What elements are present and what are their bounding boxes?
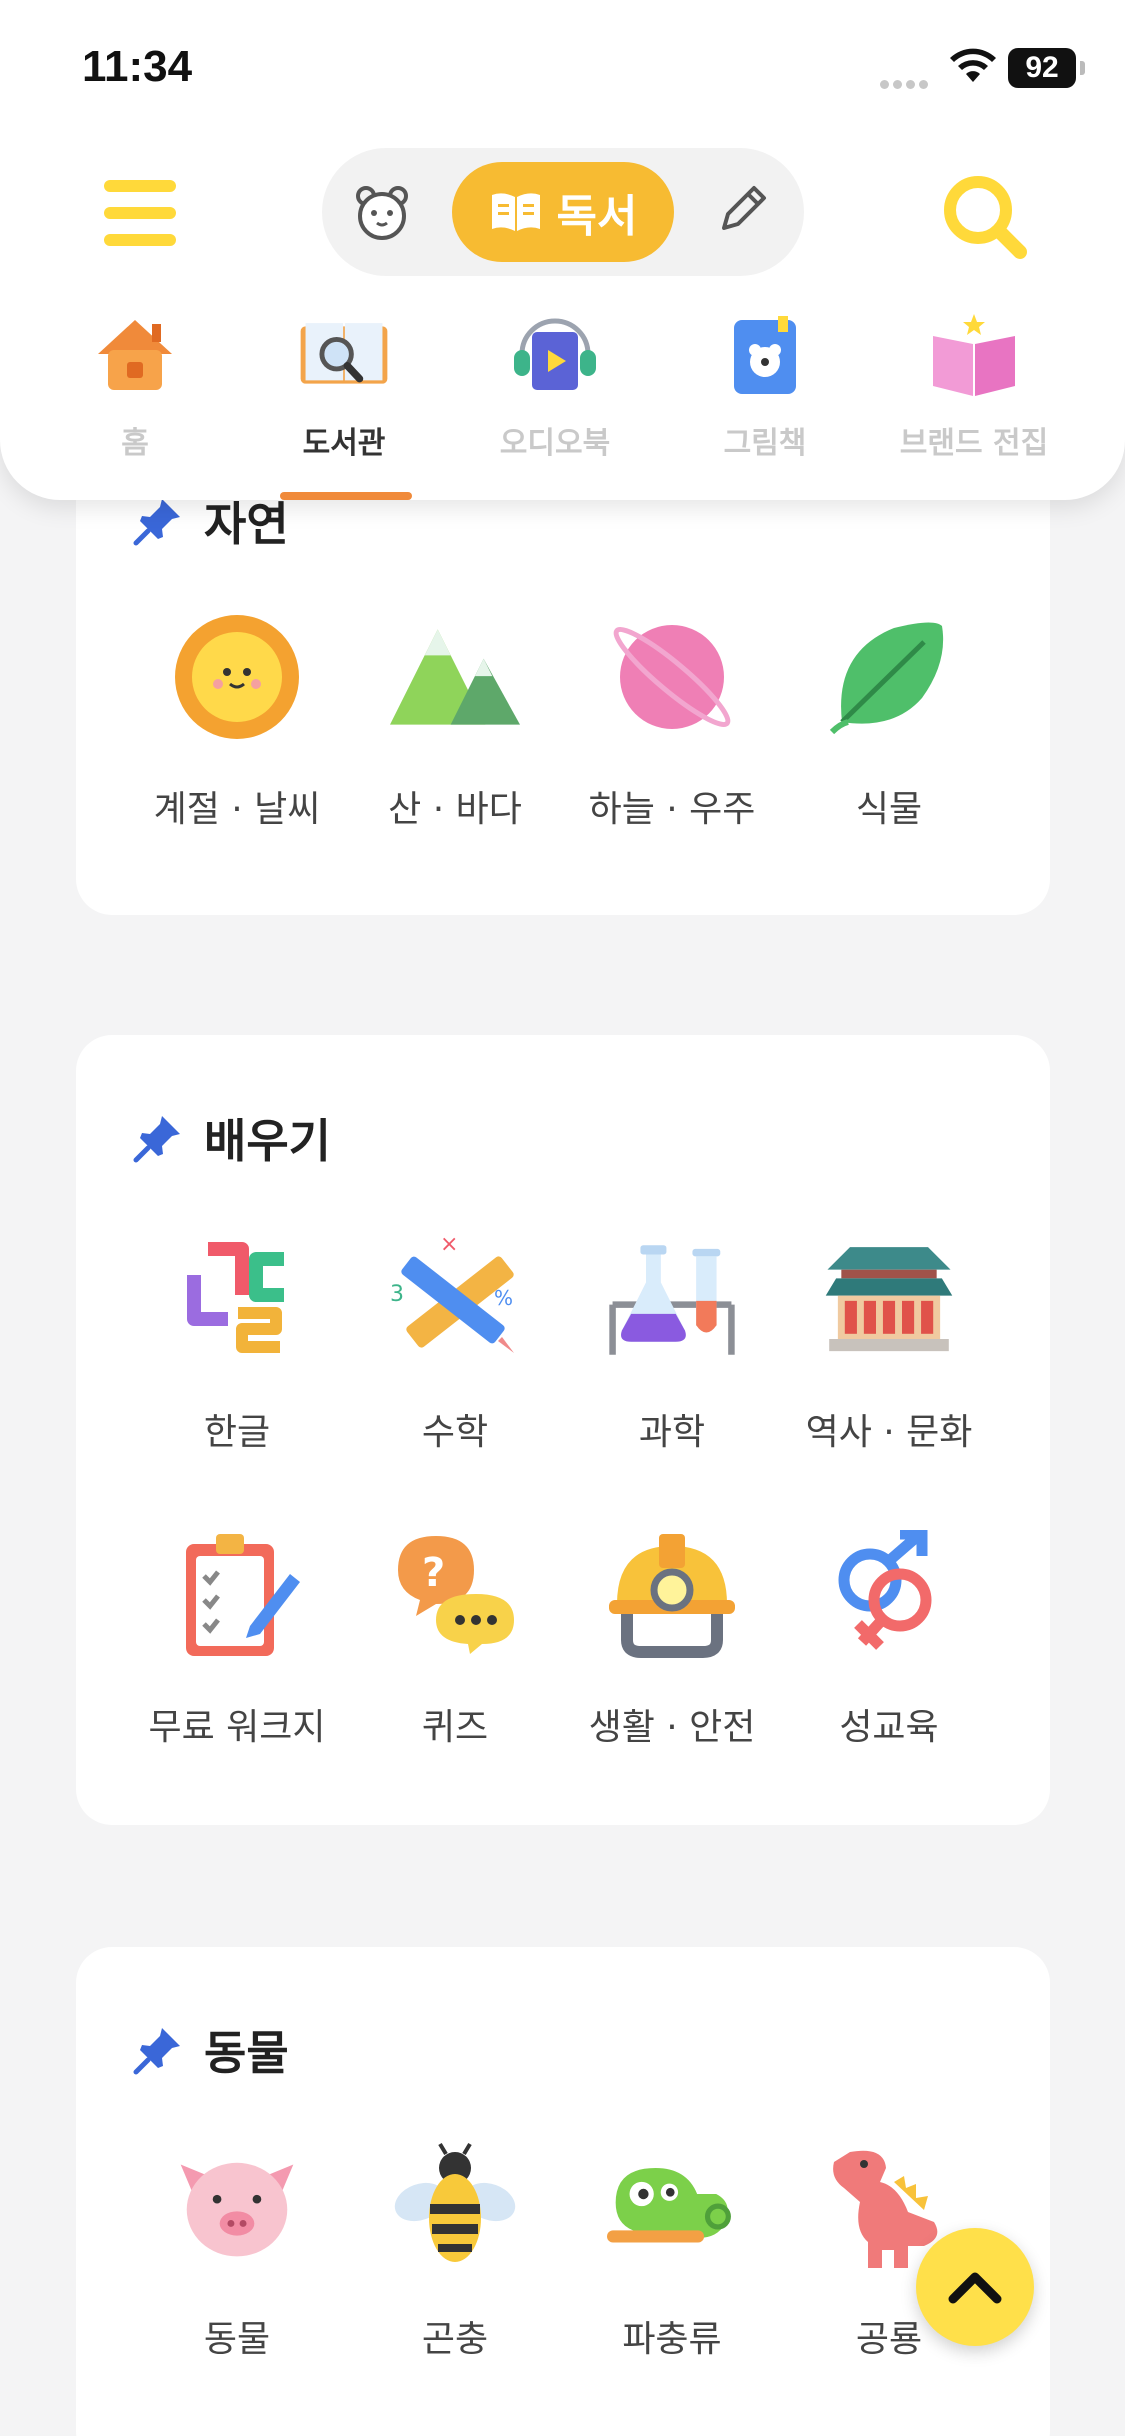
category-label: 동물 <box>203 2319 271 2360</box>
category-label: 계절 · 날씨 <box>153 789 321 830</box>
pin-icon <box>133 2028 180 2075</box>
chameleon-icon <box>607 2168 731 2243</box>
pig-icon <box>180 2162 294 2257</box>
tab-label: 도서관 <box>302 426 386 461</box>
category-label: 한글 <box>203 1412 271 1453</box>
category-item[interactable]: 한글 <box>127 1235 347 1455</box>
chevron-up-icon <box>948 2272 1002 2304</box>
section-learning: 배우기 한글 3 % × 수학 과학 역사 · 문화 무료 워크지 ? 퀴즈 생… <box>76 1035 1050 1825</box>
pink-book-icon <box>933 314 1015 396</box>
category-item[interactable]: 3 % × 수학 <box>345 1235 565 1455</box>
section-animals: 동물 동물 곤충 파충류 공룡 <box>76 1947 1050 2436</box>
scroll-to-top-button[interactable] <box>916 2228 1034 2346</box>
house-icon <box>98 320 172 390</box>
category-item[interactable]: 과학 <box>562 1235 782 1455</box>
clipboard-icon <box>186 1534 300 1656</box>
search-icon[interactable] <box>940 172 1030 262</box>
palace-icon <box>825 1247 953 1352</box>
category-tabs: 홈 도서관 오디오북 그림책 브랜드 전집 <box>0 310 1125 500</box>
tab-library[interactable]: 도서관 <box>254 310 434 490</box>
category-item[interactable]: 동물 <box>127 2142 347 2362</box>
tab-label: 그림책 <box>723 426 807 461</box>
category-label: 파충류 <box>622 2319 722 2360</box>
category-label: 수학 <box>421 1412 489 1453</box>
category-item[interactable]: 무료 워크지 <box>127 1530 347 1750</box>
category-label: 과학 <box>638 1412 706 1453</box>
status-time: 11:34 <box>82 42 193 91</box>
battery-icon: 92 <box>1008 48 1085 88</box>
tab-picture-book[interactable]: 그림책 <box>675 310 855 490</box>
reading-mode-button[interactable]: 독서 <box>452 162 674 262</box>
pin-icon <box>133 1116 180 1163</box>
svg-text:3: 3 <box>390 1282 404 1307</box>
helmet-icon <box>609 1534 735 1658</box>
category-label: 하늘 · 우주 <box>588 789 756 830</box>
category-label: 곤충 <box>421 2319 489 2360</box>
ruler-pencil-icon: 3 % × <box>390 1235 514 1353</box>
pencil-icon[interactable] <box>710 178 774 242</box>
flask-icon <box>609 1245 735 1355</box>
bear-face-icon[interactable] <box>352 182 412 242</box>
menu-icon[interactable] <box>104 180 176 246</box>
bear-book-icon <box>734 316 796 394</box>
category-label: 성교육 <box>839 1707 939 1748</box>
tab-label: 브랜드 전집 <box>899 426 1049 461</box>
open-book-icon <box>491 193 540 231</box>
hangul-icon <box>187 1242 284 1353</box>
category-label: 산 · 바다 <box>388 789 522 830</box>
section-nature: 자연 계절 · 날씨 산 · 바다 하늘 · 우주 식물 <box>76 430 1050 915</box>
tab-label: 홈 <box>121 426 149 461</box>
svg-text:×: × <box>440 1235 458 1257</box>
category-item[interactable]: ? 퀴즈 <box>345 1530 565 1750</box>
category-item[interactable]: 역사 · 문화 <box>779 1235 999 1455</box>
wifi-icon <box>950 48 996 82</box>
reading-mode-label: 독서 <box>556 191 638 242</box>
tab-brand-collection[interactable]: 브랜드 전집 <box>884 310 1064 490</box>
active-tab-indicator <box>280 492 412 500</box>
mountain-icon <box>390 629 520 725</box>
svg-text:?: ? <box>422 1550 445 1596</box>
sun-icon <box>175 615 299 739</box>
category-label: 역사 · 문화 <box>805 1412 973 1453</box>
category-label: 생활 · 안전 <box>588 1707 756 1748</box>
leaf-icon <box>829 622 944 735</box>
tab-label: 오디오북 <box>499 426 611 461</box>
category-item[interactable]: 산 · 바다 <box>345 612 565 832</box>
category-item[interactable]: 파충류 <box>562 2142 782 2362</box>
headphones-book-icon <box>514 318 596 390</box>
category-item[interactable]: 생활 · 안전 <box>562 1530 782 1750</box>
book-magnifier-icon <box>300 323 388 384</box>
tab-home[interactable]: 홈 <box>45 310 225 490</box>
section-header: 배우기 <box>132 1105 331 1171</box>
category-label: 퀴즈 <box>421 1707 489 1748</box>
bee-icon <box>394 2142 516 2262</box>
category-item[interactable]: 곤충 <box>345 2142 565 2362</box>
svg-text:%: % <box>494 1286 513 1310</box>
category-item[interactable]: 하늘 · 우주 <box>562 612 782 832</box>
category-item[interactable]: 계절 · 날씨 <box>127 612 347 832</box>
quiz-bubble-icon: ? <box>398 1536 514 1654</box>
category-label: 식물 <box>855 789 923 830</box>
section-title: 동물 <box>204 2026 289 2080</box>
planet-icon <box>613 625 731 729</box>
category-item[interactable]: 성교육 <box>779 1530 999 1750</box>
category-item[interactable]: 식물 <box>779 612 999 832</box>
tab-audiobook[interactable]: 오디오북 <box>465 310 645 490</box>
signal-icon <box>880 74 936 89</box>
section-title: 배우기 <box>204 1114 331 1168</box>
status-bar: 11:34 92 <box>0 0 1125 140</box>
pin-icon <box>133 499 180 546</box>
mode-switch[interactable]: 독서 <box>322 148 804 276</box>
category-label: 무료 워크지 <box>148 1707 326 1748</box>
section-header: 동물 <box>132 2017 289 2083</box>
gender-icon <box>838 1530 932 1650</box>
